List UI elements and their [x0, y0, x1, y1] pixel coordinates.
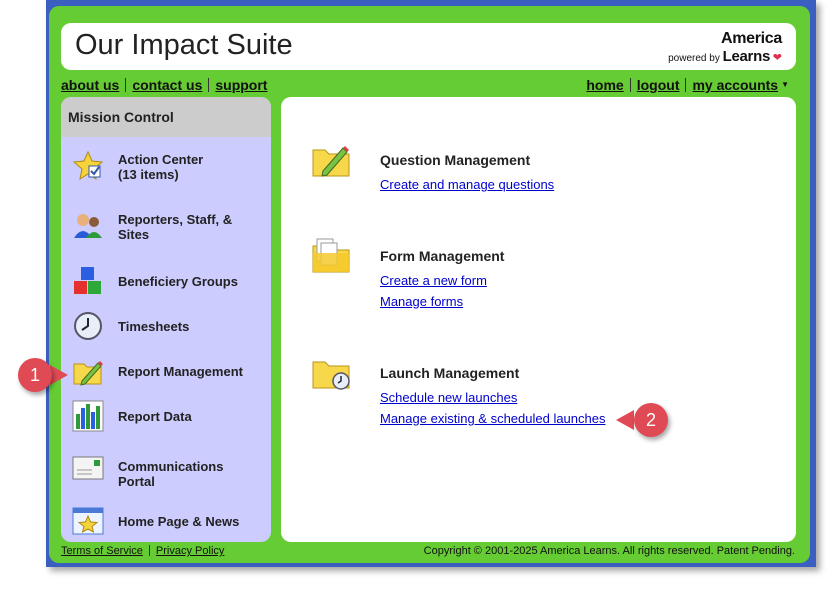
america-learns-logo: America powered by Learns ❤ — [668, 30, 782, 65]
sidebar-item-action-center[interactable]: Action Center (13 items) — [61, 147, 271, 187]
folder-documents-icon — [312, 238, 350, 273]
terms-of-service-link[interactable]: Terms of Service — [61, 545, 143, 557]
privacy-policy-link[interactable]: Privacy Policy — [156, 545, 224, 557]
envelope-icon — [72, 456, 104, 480]
top-links-right: home logout my accounts ▼ — [586, 77, 789, 93]
question-management-title: Question Management — [380, 152, 531, 168]
logout-link[interactable]: logout — [637, 77, 680, 93]
launch-management-title: Launch Management — [380, 365, 520, 381]
folder-pencil-icon — [312, 146, 350, 177]
manage-existing-launches-link[interactable]: Manage existing & scheduled launches — [380, 411, 605, 426]
sidebar-item-reporters[interactable]: Reporters, Staff, & Sites — [61, 207, 271, 247]
copyright-text: Copyright © 2001-2025 America Learns. Al… — [423, 545, 795, 557]
home-link[interactable]: home — [586, 77, 623, 93]
people-icon — [74, 214, 102, 238]
star-window-icon — [72, 507, 104, 535]
clock-icon — [74, 312, 102, 340]
main-panel: Question Management Create and manage qu… — [281, 97, 796, 542]
schedule-new-launches-link[interactable]: Schedule new launches — [380, 390, 517, 405]
callout-badge-2: 2 — [634, 403, 668, 437]
sidebar-item-report-management[interactable]: Report Management — [61, 352, 271, 392]
my-accounts-link[interactable]: my accounts — [692, 77, 778, 93]
create-new-form-link[interactable]: Create a new form — [380, 273, 487, 288]
top-links-left: about us contact us support — [61, 77, 267, 93]
heart-icon: ❤ — [772, 52, 782, 64]
sidebar-item-home-page-news[interactable]: Home Page & News — [61, 502, 271, 542]
footer-links: Terms of Service Privacy Policy — [61, 545, 224, 557]
sidebar: Mission Control Action Center (13 items) … — [61, 97, 271, 542]
sidebar-header: Mission Control — [61, 97, 271, 137]
caret-down-icon[interactable]: ▼ — [781, 80, 789, 89]
sidebar-item-communications-portal[interactable]: Communications Portal — [61, 449, 271, 489]
sidebar-item-timesheets[interactable]: Timesheets — [61, 307, 271, 347]
callout-2-pointer — [616, 410, 634, 430]
app-title: Our Impact Suite — [75, 29, 293, 61]
sidebar-item-beneficiery-groups[interactable]: Beneficiery Groups — [61, 262, 271, 302]
folder-clock-icon — [312, 361, 350, 390]
support-link[interactable]: support — [215, 77, 267, 93]
folder-pencil-icon — [73, 361, 103, 386]
callout-badge-1: 1 — [18, 358, 52, 392]
create-manage-questions-link[interactable]: Create and manage questions — [380, 177, 554, 192]
callout-1-pointer — [50, 365, 68, 385]
sidebar-item-report-data[interactable]: Report Data — [61, 397, 271, 437]
form-management-title: Form Management — [380, 248, 505, 264]
app-header: Our Impact Suite America powered by Lear… — [61, 23, 796, 70]
contact-us-link[interactable]: contact us — [132, 77, 202, 93]
manage-forms-link[interactable]: Manage forms — [380, 294, 463, 309]
about-us-link[interactable]: about us — [61, 77, 119, 93]
bar-chart-icon — [72, 400, 104, 432]
star-checkbox-icon — [72, 150, 104, 181]
blocks-icon — [74, 267, 101, 294]
